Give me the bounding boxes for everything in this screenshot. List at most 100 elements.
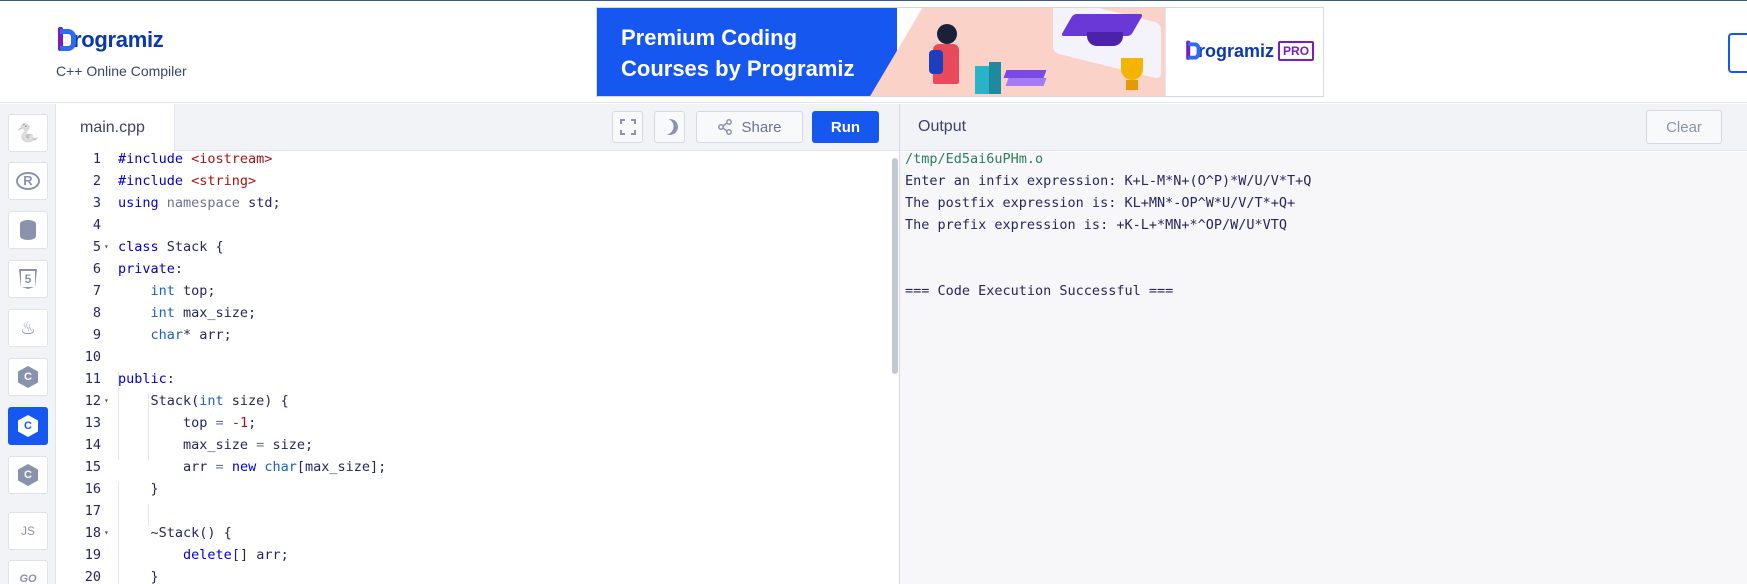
code-token: top; [183,283,216,299]
code-line[interactable]: 11 public: [57,368,887,390]
code-line[interactable]: 3 using namespace std; [57,192,887,214]
programiz-logo[interactable]: rogramiz [57,27,164,53]
promo-banner[interactable]: Premium Coding Courses by Programiz rogr… [596,7,1324,97]
logo-text: rogramiz [73,27,164,52]
code-token: #include [118,152,192,167]
code-token: public [118,371,167,387]
banner-title: Premium Coding Courses by Programiz [621,25,855,81]
code-line[interactable]: 5 ▾ class Stack { [57,236,887,258]
code-text: char* arr; [118,324,232,346]
share-button[interactable]: Share [696,111,803,143]
code-token: int [150,283,184,299]
code-line[interactable]: 7 int top; [57,280,887,302]
code-token: max_size; [183,305,257,321]
fold-arrow-icon[interactable]: ▾ [104,390,109,412]
html-language-button[interactable]: 5 [8,260,48,298]
code-token: arr [118,459,216,475]
code-token: arr; [199,327,232,343]
trophy-base [1126,80,1138,90]
line-number: 20 [84,569,101,584]
r-language-button[interactable]: R [8,162,48,200]
run-label: Run [830,118,861,136]
c-language-button[interactable]: C [8,358,48,396]
code-token: int [199,393,232,409]
code-line[interactable]: 15 arr = new char[max_size]; [57,456,887,478]
code-token: : [174,261,184,277]
line-number: 13 [84,415,101,431]
code-line[interactable]: 17 [57,500,887,522]
line-number: 11 [84,371,101,387]
code-token: : [166,371,175,387]
code-line[interactable]: 1 #include <iostream> [57,152,887,170]
pro-badge: PRO [1278,41,1315,61]
code-token: } [118,569,159,584]
output-header: Output Clear [900,104,1747,151]
code-token: -1 [231,415,249,431]
site-header: rogramiz C++ Online Compiler Premium Cod… [0,1,1747,103]
code-line[interactable]: 10 [57,346,887,368]
line-number: 8 [92,305,101,321]
code-line[interactable]: 20 } [57,566,887,584]
output-console[interactable]: /tmp/Ed5ai6uPHm.o Enter an infix expressi… [900,151,1747,584]
indent-guide [118,372,119,460]
code-token: [] arr; [231,547,289,563]
clear-button[interactable]: Clear [1646,110,1722,144]
line-number: 4 [92,217,101,233]
code-line[interactable]: 18 ▾ ~Stack() { [57,522,887,544]
theme-toggle-button[interactable] [654,111,685,143]
code-token: namespace [166,195,249,211]
books-illustration [975,60,1047,94]
editor-scrollbar[interactable] [892,158,898,374]
sql-language-button[interactable] [8,211,48,249]
fold-arrow-icon[interactable]: ▾ [104,522,109,544]
line-number: 6 [92,261,101,277]
run-button[interactable]: Run [812,111,879,143]
code-token: int [150,305,184,321]
python-language-button[interactable]: 🐍 [8,114,48,152]
code-line[interactable]: 8 int max_size; [57,302,887,324]
code-line[interactable]: 14 max_size = size; [57,434,887,456]
code-token: [max_size]; [296,459,387,475]
code-editor[interactable]: 1 #include <iostream> 2 #include <string> 3 u… [57,152,899,584]
line-number: 17 [84,503,101,519]
tab-main-cpp[interactable]: main.cpp [57,104,175,151]
code-text: int max_size; [118,302,257,324]
moon-icon [659,117,680,138]
cpp-language-button[interactable]: C [8,407,48,445]
csharp-language-button[interactable]: C [8,456,48,494]
javascript-language-button[interactable]: JS [8,512,48,550]
cpp-icon: C [18,415,38,437]
code-line[interactable]: 16 } [57,478,887,500]
clear-label: Clear [1666,118,1702,136]
banner-left-panel: Premium Coding Courses by Programiz [597,8,897,96]
code-token: char [150,327,184,343]
code-line[interactable]: 19 delete[] arr; [57,544,887,566]
code-line[interactable]: 6 private: [57,258,887,280]
code-text: #include <iostream> [118,152,272,170]
code-token: delete [183,547,232,563]
code-line[interactable]: 2 #include <string> [57,170,887,192]
code-line[interactable]: 9 char* arr; [57,324,887,346]
code-token: new [231,459,265,475]
database-icon [20,220,36,240]
code-text: delete[] arr; [118,544,289,566]
compiler-subtitle: C++ Online Compiler [56,63,187,79]
fullscreen-icon [619,119,636,135]
line-number: 3 [92,195,101,211]
go-language-button[interactable]: GO [8,560,48,584]
code-token: = [215,415,232,431]
code-token: max_size [118,437,257,453]
c-icon: C [18,366,38,388]
fullscreen-button[interactable] [612,111,643,143]
code-line[interactable]: 4 [57,214,887,236]
code-text: } [118,566,159,584]
code-line[interactable]: 13 top = -1; [57,412,887,434]
code-line[interactable]: 12 ▾ Stack(int size) { [57,390,887,412]
java-language-button[interactable]: ♨ [8,309,48,347]
csharp-icon: C [18,464,38,486]
line-number: 15 [84,459,101,475]
line-number: 2 [92,173,101,189]
fold-arrow-icon[interactable]: ▾ [104,236,109,258]
header-action-button[interactable] [1728,33,1747,73]
